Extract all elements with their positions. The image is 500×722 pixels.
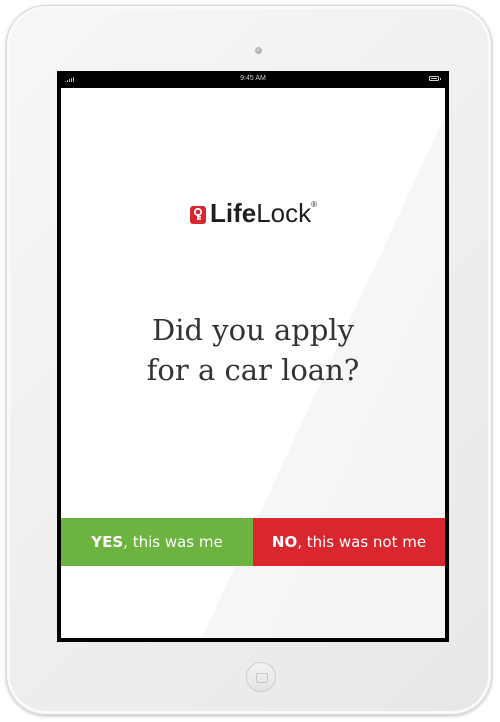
- no-button-strong: NO: [271, 533, 298, 551]
- logo-text: LifeLock®: [210, 198, 317, 229]
- tablet-screen: 9:45 AM LifeLock® Did you apply for a ca…: [57, 71, 449, 642]
- app-view: LifeLock® Did you apply for a car loan? …: [61, 88, 445, 638]
- yes-button[interactable]: YES, this was me: [61, 518, 253, 566]
- logo-text-bold: Life: [209, 198, 257, 228]
- registered-mark: ®: [311, 200, 318, 209]
- logo-text-light: Lock: [256, 198, 312, 228]
- question-line-2: for a car loan?: [146, 353, 360, 387]
- yes-button-strong: YES: [91, 533, 124, 551]
- yes-button-label: , this was me: [123, 533, 223, 551]
- status-bar: 9:45 AM: [61, 71, 445, 88]
- lock-icon: [189, 205, 206, 224]
- no-button-label: , this was not me: [297, 533, 427, 551]
- lifelock-logo: LifeLock®: [61, 198, 445, 229]
- status-time: 9:45 AM: [240, 75, 266, 82]
- answer-buttons: YES, this was me NO, this was not me: [61, 518, 445, 566]
- question-text: Did you apply for a car loan?: [61, 310, 445, 390]
- home-button[interactable]: [246, 662, 276, 692]
- no-button[interactable]: NO, this was not me: [253, 518, 445, 566]
- battery-icon: [429, 76, 441, 81]
- camera-icon: [255, 47, 262, 54]
- home-glyph-icon: [256, 673, 268, 683]
- question-line-1: Did you apply: [151, 313, 355, 347]
